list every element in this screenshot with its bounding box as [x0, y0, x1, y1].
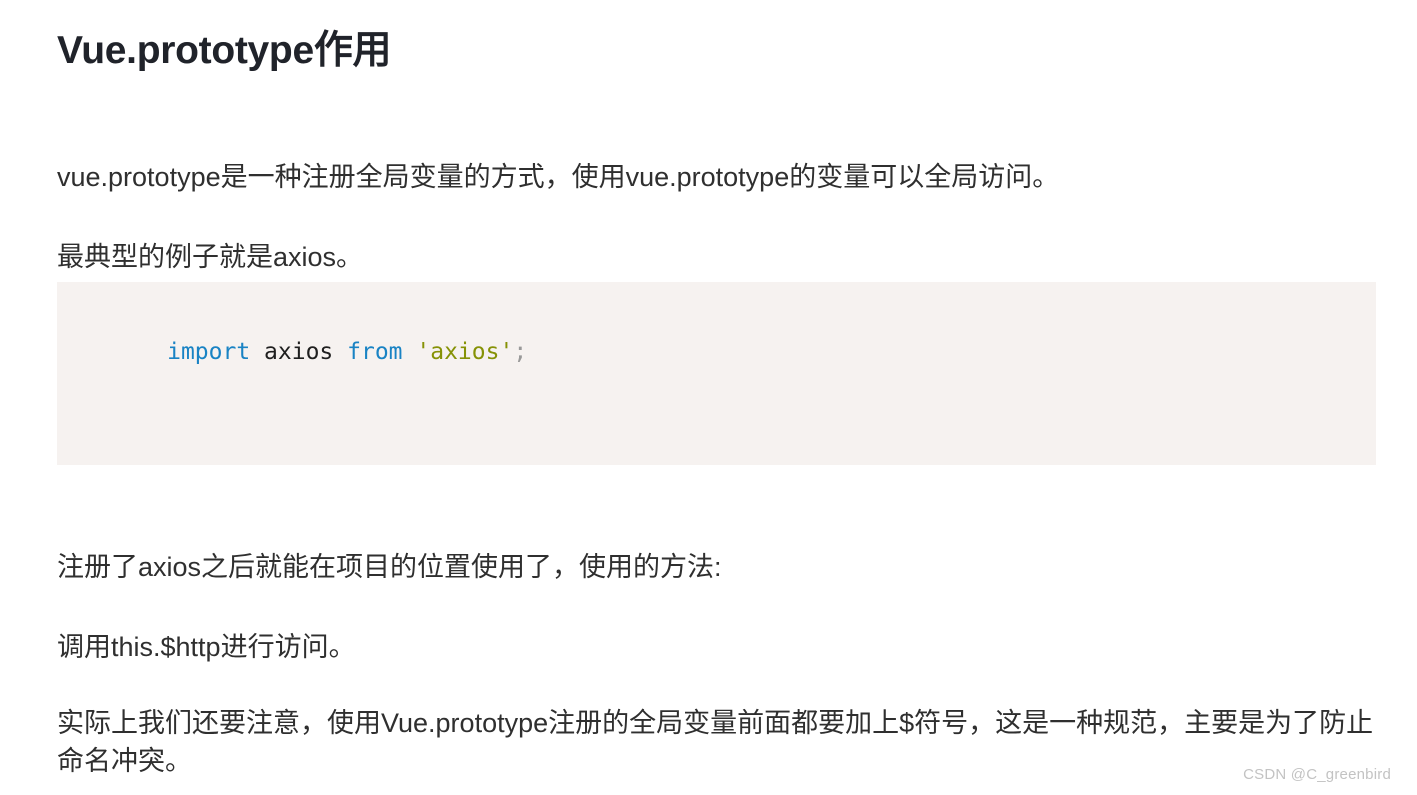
code-line-1: import axios from 'axios';	[84, 310, 1376, 394]
paragraph-usage-lead: 注册了axios之后就能在项目的位置使用了，使用的方法:	[57, 552, 722, 582]
code-token-semicolon-1: ;	[513, 339, 528, 365]
code-line-2: Vue.prototype.$http = axios;	[84, 450, 1376, 465]
code-token-string: 'axios'	[416, 339, 514, 365]
code-token-space-1	[403, 339, 417, 365]
paragraph-note: 实际上我们还要注意，使用Vue.prototype注册的全局变量前面都要加上$符…	[57, 708, 1374, 776]
code-token-import: import	[167, 339, 251, 365]
code-block[interactable]: import axios from 'axios'; Vue.prototype…	[57, 282, 1376, 465]
csdn-watermark: CSDN @C_greenbird	[1243, 766, 1391, 783]
paragraph-usage-detail: 调用this.$http进行访问。	[57, 632, 356, 662]
code-token-axios: axios	[250, 339, 348, 365]
code-token-from: from	[347, 339, 403, 365]
page-title: Vue.prototype作用	[57, 29, 392, 72]
paragraph-example-lead: 最典型的例子就是axios。	[57, 242, 364, 272]
article-page: Vue.prototype作用 vue.prototype是一种注册全局变量的方…	[0, 0, 1417, 795]
paragraph-intro: vue.prototype是一种注册全局变量的方式，使用vue.prototyp…	[57, 162, 1060, 192]
